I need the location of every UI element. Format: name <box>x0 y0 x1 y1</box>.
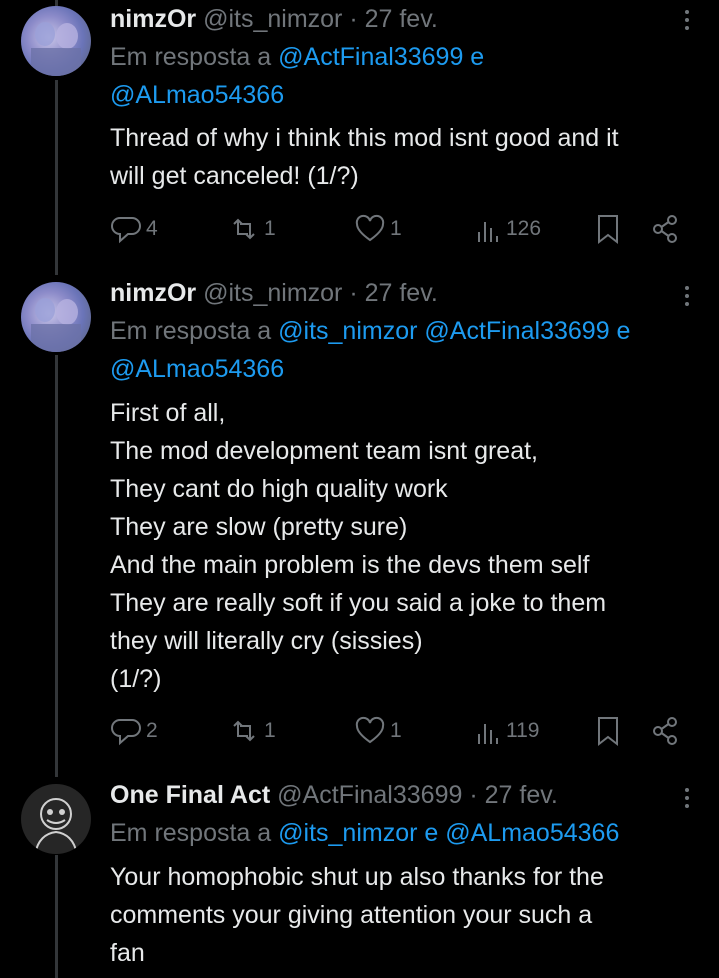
repost-count: 1 <box>264 719 276 742</box>
bookmark-icon <box>598 215 618 245</box>
repost-button[interactable]: 1 <box>228 211 276 247</box>
views-count: 119 <box>506 719 540 742</box>
reply-context: Em resposta a @its_nimzor e @ALmao54366 <box>110 814 705 852</box>
repost-icon <box>233 720 255 742</box>
conjunction: e <box>417 819 446 847</box>
reply-icon <box>111 217 141 244</box>
mention-link[interactable]: @ActFinal33699 <box>424 317 609 345</box>
avatar[interactable] <box>21 6 91 76</box>
reply-button[interactable]: 2 <box>110 713 158 749</box>
more-icon[interactable] <box>675 6 699 34</box>
text-line: they will literally cry (sissies) <box>110 627 423 655</box>
share-button[interactable] <box>650 713 680 749</box>
views-icon <box>478 724 498 744</box>
author-name[interactable]: One Final Act <box>110 781 270 809</box>
text-line: will get canceled! (1/?) <box>110 162 359 190</box>
tweet[interactable]: nimzOr @its_nimzor · 27 fev. Em resposta… <box>0 276 719 776</box>
text-line: Your homophobic shut up also thanks for … <box>110 863 604 891</box>
text-line: fan <box>110 939 145 967</box>
action-bar: 4 1 1 126 <box>110 211 690 247</box>
repost-count: 1 <box>264 217 276 240</box>
reply-button[interactable]: 4 <box>110 211 158 247</box>
text-line: They are really soft if you said a joke … <box>110 589 607 617</box>
mention-link[interactable]: @ActFinal33699 <box>278 43 463 71</box>
reply-count: 2 <box>146 719 158 742</box>
reply-icon <box>111 719 141 746</box>
reply-count: 4 <box>146 217 158 240</box>
tweet-text: Thread of why i think this mod isnt good… <box>110 119 710 195</box>
like-button[interactable]: 1 <box>354 211 402 247</box>
heart-icon <box>355 214 385 242</box>
tweet[interactable]: One Final Act @ActFinal33699 · 27 fev. E… <box>0 778 719 978</box>
share-button[interactable] <box>650 211 680 247</box>
mention-link[interactable]: @its_nimzor <box>278 819 417 847</box>
reply-context: Em resposta a @its_nimzor @ActFinal33699… <box>110 312 705 388</box>
tweet-date[interactable]: · 27 fev. <box>349 279 437 307</box>
more-icon[interactable] <box>675 282 699 310</box>
views-count: 126 <box>506 217 542 240</box>
text-line: The mod development team isnt great, <box>110 437 539 465</box>
tweet-date[interactable]: · 27 fev. <box>469 781 557 809</box>
views-icon <box>478 222 498 242</box>
author-handle[interactable]: @ActFinal33699 <box>277 781 462 809</box>
like-button[interactable]: 1 <box>354 713 402 749</box>
tweet-text: Your homophobic shut up also thanks for … <box>110 858 710 972</box>
reply-prefix: Em resposta a <box>110 317 279 345</box>
reply-prefix: Em resposta a <box>110 819 279 847</box>
like-count: 1 <box>390 217 402 240</box>
share-icon <box>653 717 677 745</box>
text-line: And the main problem is the devs them se… <box>110 551 590 579</box>
text-line: They cant do high quality work <box>110 475 448 503</box>
author-name[interactable]: nimzOr <box>110 5 196 33</box>
bookmark-button[interactable] <box>594 211 622 247</box>
like-count: 1 <box>390 719 402 742</box>
text-line: Thread of why i think this mod isnt good… <box>110 124 619 152</box>
tweet[interactable]: nimzOr @its_nimzor · 27 fev. Em resposta… <box>0 0 719 260</box>
repost-button[interactable]: 1 <box>228 713 276 749</box>
tweet-date[interactable]: · 27 fev. <box>349 5 437 33</box>
author-handle[interactable]: @its_nimzor <box>203 279 342 307</box>
views-button[interactable]: 119 <box>474 713 539 749</box>
text-line: First of all, <box>110 399 226 427</box>
text-line: They are slow (pretty sure) <box>110 513 408 541</box>
mention-link[interactable]: @its_nimzor <box>278 317 417 345</box>
mention-link[interactable]: @ALmao54366 <box>110 81 284 109</box>
reply-prefix: Em resposta a <box>110 43 279 71</box>
views-button[interactable]: 126 <box>474 211 541 247</box>
avatar[interactable] <box>21 784 91 854</box>
bookmark-icon <box>598 717 618 747</box>
conjunction: e <box>463 43 485 71</box>
author-handle[interactable]: @its_nimzor <box>203 5 342 33</box>
action-bar: 2 1 1 119 <box>110 713 690 749</box>
tweet-text: First of all, The mod development team i… <box>110 394 710 698</box>
bookmark-button[interactable] <box>594 713 622 749</box>
more-icon[interactable] <box>675 784 699 812</box>
share-icon <box>653 215 677 243</box>
author-name[interactable]: nimzOr <box>110 279 196 307</box>
heart-icon <box>355 716 385 744</box>
mention-link[interactable]: @ALmao54366 <box>445 819 619 847</box>
avatar[interactable] <box>21 282 91 352</box>
repost-icon <box>233 218 255 240</box>
reply-context: Em resposta a @ActFinal33699 e @ALmao543… <box>110 38 705 114</box>
text-line: comments your giving attention your such… <box>110 901 593 929</box>
conjunction: e <box>609 317 631 345</box>
mention-link[interactable]: @ALmao54366 <box>110 355 284 383</box>
text-line: (1/?) <box>110 665 162 693</box>
